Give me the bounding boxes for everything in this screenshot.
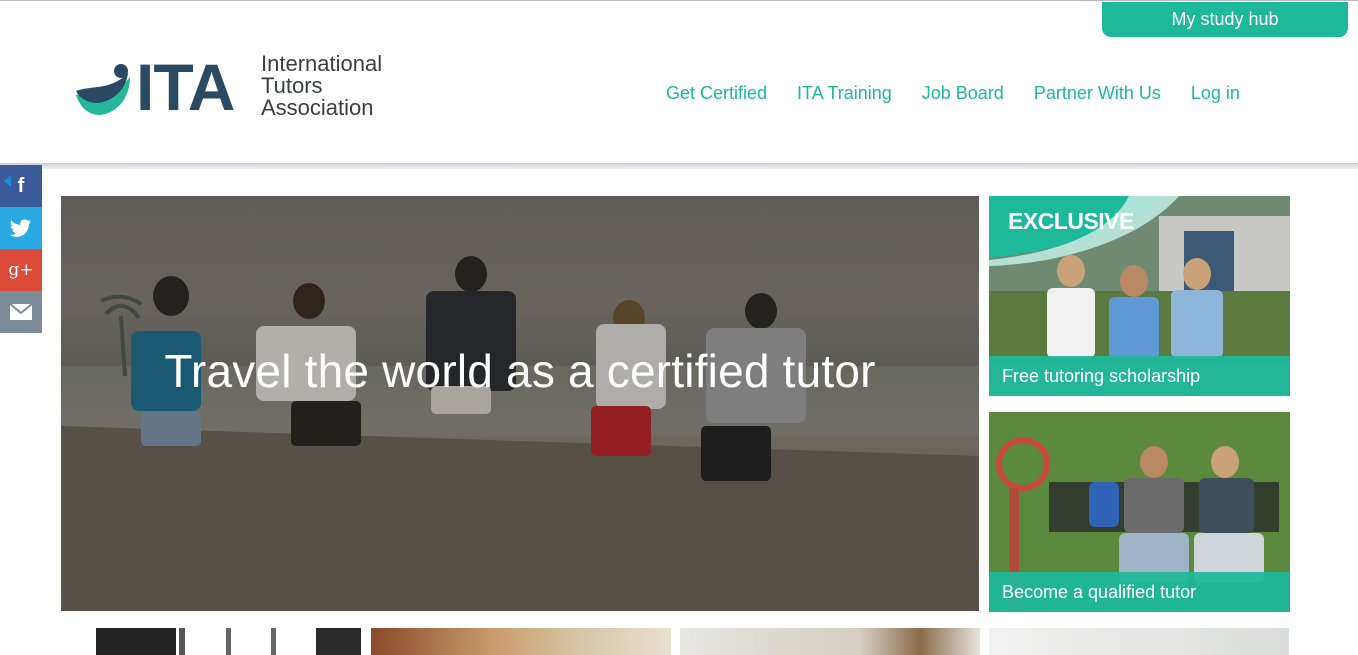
logo-org-name: International Tutors Association <box>261 53 382 119</box>
hero-banner[interactable]: Travel the world as a certified tutor <box>61 196 979 611</box>
header-shadow <box>0 163 1358 169</box>
thumbnail-4[interactable] <box>989 628 1289 655</box>
nav-partner-with-us[interactable]: Partner With Us <box>1034 83 1161 104</box>
nav-job-board[interactable]: Job Board <box>922 83 1004 104</box>
logo-name-line1: International <box>261 51 383 76</box>
ita-logo[interactable]: ITA International Tutors Association <box>74 51 404 121</box>
logo-name-line2: Tutors <box>261 73 323 98</box>
hero-photo <box>61 196 979 611</box>
logo-ita-wordmark: ITA <box>136 50 235 124</box>
qualified-tutor-card[interactable]: Become a qualified tutor <box>989 412 1290 612</box>
thumbnail-1[interactable] <box>61 628 361 655</box>
thumbnail-1-photo <box>96 628 361 655</box>
nav-get-certified[interactable]: Get Certified <box>666 83 767 104</box>
social-share-bar: f g+ <box>0 165 42 333</box>
logo-swoosh-icon <box>76 64 130 115</box>
logo-name-line3: Association <box>261 95 374 120</box>
hero-title: Travel the world as a certified tutor <box>164 345 876 397</box>
site-header: My study hub ITA International Tutors As… <box>0 1 1358 165</box>
email-icon[interactable] <box>0 291 42 333</box>
collapse-arrow-icon[interactable] <box>4 175 11 187</box>
google-plus-icon[interactable]: g+ <box>0 249 42 291</box>
scholarship-card[interactable]: EXCLUSIVE Free tutoring scholarship <box>989 196 1290 396</box>
nav-log-in[interactable]: Log in <box>1191 83 1240 104</box>
nav-ita-training[interactable]: ITA Training <box>797 83 892 104</box>
my-study-hub-button[interactable]: My study hub <box>1102 2 1348 37</box>
main-nav: Get Certified ITA Training Job Board Par… <box>666 83 1270 104</box>
exclusive-badge: EXCLUSIVE <box>1008 208 1134 234</box>
thumbnail-3[interactable] <box>680 628 980 655</box>
qualified-tutor-caption: Become a qualified tutor <box>989 572 1290 612</box>
twitter-icon[interactable] <box>0 207 42 249</box>
scholarship-caption: Free tutoring scholarship <box>989 356 1290 396</box>
thumbnail-2[interactable] <box>371 628 671 655</box>
